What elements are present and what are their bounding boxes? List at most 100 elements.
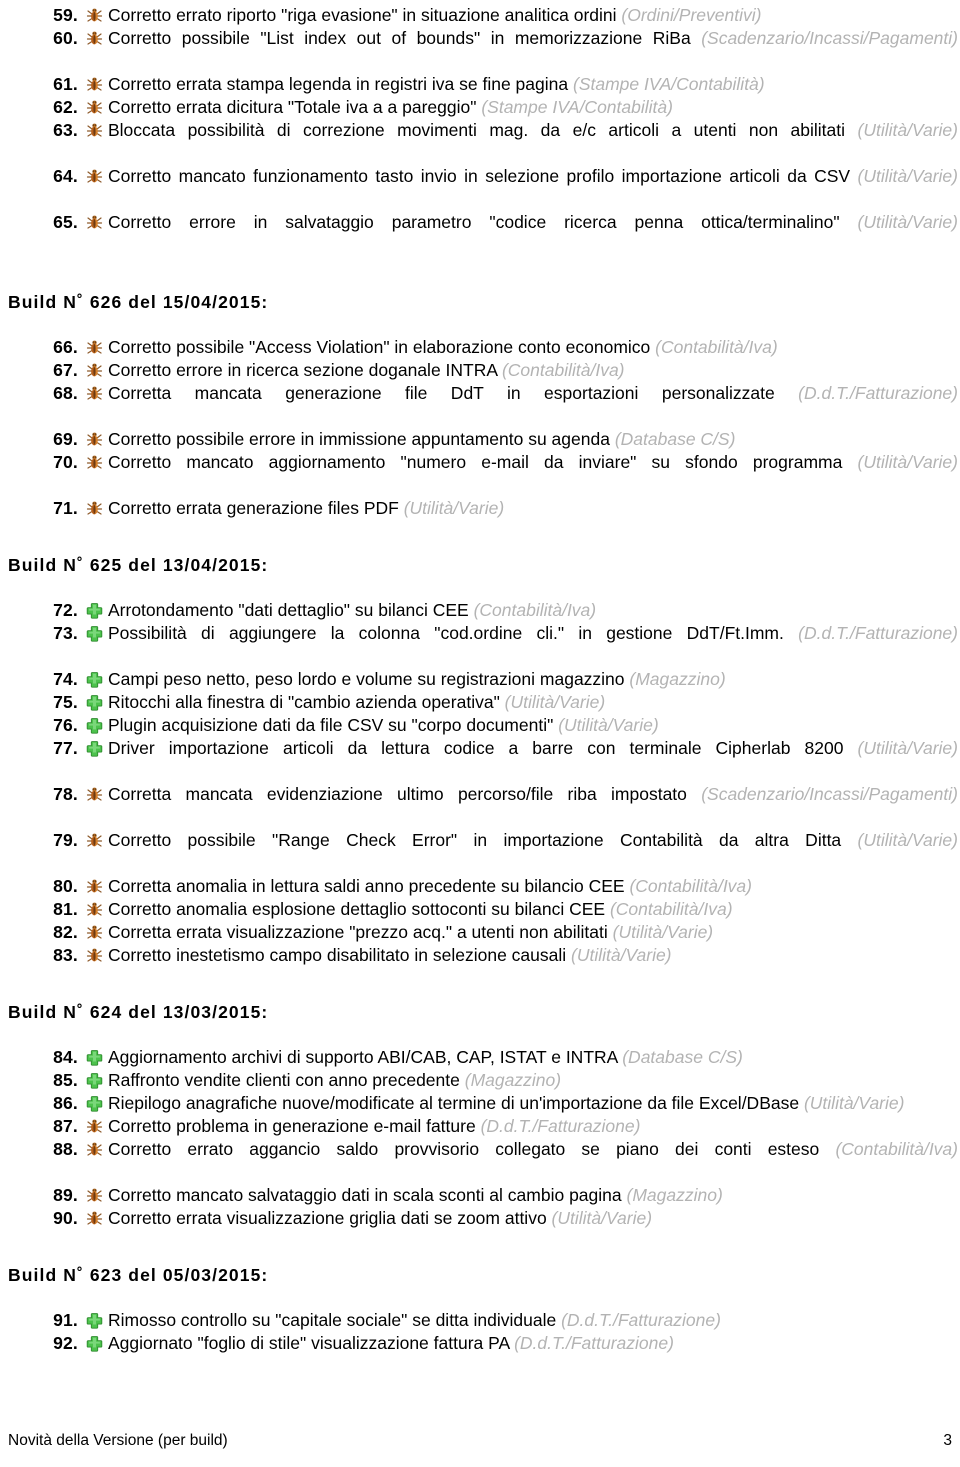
bug-icon <box>86 786 103 803</box>
item-description: Aggiornamento archivi di supporto ABI/CA… <box>108 1047 618 1067</box>
item-description: Campi peso netto, peso lordo e volume su… <box>108 669 625 689</box>
item-category: (Utilità/Varie) <box>558 715 659 735</box>
item-category: (Contabilità/Iva) <box>655 337 778 357</box>
changelog-item: 78. Corretta mancata evidenziazione ultim… <box>8 783 958 829</box>
item-description: Plugin acquisizione dati da file CSV su … <box>108 715 554 735</box>
bug-icon <box>86 924 103 941</box>
page-footer: Novità della Versione (per build) 3 <box>8 1431 952 1451</box>
item-category: (Utilità/Varie) <box>857 830 958 850</box>
bug-icon <box>86 500 103 517</box>
item-number: 81. <box>53 899 78 919</box>
document-page: 59. Corretto errato riporto "riga evasion… <box>0 0 960 1467</box>
item-number: 75. <box>53 692 78 712</box>
feature-plus-icon <box>86 671 103 688</box>
item-body: Corretto inestetismo campo disabilitato … <box>88 944 958 967</box>
item-body: Corretto possibile "Range Check Error" i… <box>88 829 958 875</box>
item-number: 77. <box>53 738 78 758</box>
item-body: Aggiornato "foglio di stile" visualizzaz… <box>88 1332 958 1355</box>
item-description: Corretto errata stampa legenda in regist… <box>108 74 569 94</box>
item-category: (Utilità/Varie) <box>403 498 505 518</box>
changelog-item: 85. Raffronto vendite clienti con anno pr… <box>8 1069 958 1092</box>
item-number: 62. <box>53 97 78 117</box>
item-body: Corretto possibile "Access Violation" in… <box>88 336 958 359</box>
item-body: Rimosso controllo su "capitale sociale" … <box>88 1309 958 1332</box>
item-category: (Scadenzario/Incassi/Pagamenti) <box>701 784 958 804</box>
item-number: 87. <box>53 1116 78 1136</box>
changelog-list: 66. Corretto possibile "Access Violation"… <box>8 336 958 520</box>
item-body: Corretta anomalia in lettura saldi anno … <box>88 875 958 898</box>
feature-plus-icon <box>86 1072 103 1089</box>
item-number: 67. <box>53 360 78 380</box>
item-category: (Ordini/Preventivi) <box>621 5 762 25</box>
item-body: Corretta mancata evidenziazione ultimo p… <box>88 783 958 829</box>
changelog-item: 65. Corretto errore in salvataggio parame… <box>8 211 958 257</box>
item-body: Driver importazione articoli da lettura … <box>88 737 958 783</box>
changelog-list: 91. Rimosso controllo su "capitale social… <box>8 1309 958 1355</box>
item-body: Corretto errato riporto "riga evasione" … <box>88 4 958 27</box>
changelog-item: 67. Corretto errore in ricerca sezione do… <box>8 359 958 382</box>
item-description: Corretto errata visualizzazione griglia … <box>108 1208 547 1228</box>
item-number: 73. <box>53 623 78 643</box>
item-category: (Utilità/Varie) <box>857 120 958 140</box>
build-header: Build N˚ 624 del 13/03/2015: <box>8 1002 269 1022</box>
changelog-list: 84. Aggiornamento archivi di supporto ABI… <box>8 1046 958 1230</box>
changelog-item: 80. Corretta anomalia in lettura saldi an… <box>8 875 958 898</box>
item-body: Campi peso netto, peso lordo e volume su… <box>88 668 958 691</box>
item-category: (Contabilità/Iva) <box>629 876 752 896</box>
item-number: 92. <box>53 1333 78 1353</box>
item-number: 61. <box>53 74 78 94</box>
item-description: Bloccata possibilità di correzione movim… <box>108 120 846 140</box>
changelog-item: 81. Corretto anomalia esplosione dettagli… <box>8 898 958 921</box>
item-body: Corretto errata stampa legenda in regist… <box>88 73 958 96</box>
item-body: Corretto errata generazione files PDF (U… <box>88 497 958 520</box>
item-category: (Scadenzario/Incassi/Pagamenti) <box>701 28 958 48</box>
bug-icon <box>86 901 103 918</box>
item-number: 84. <box>53 1047 78 1067</box>
build-section: Build N˚ 625 del 13/04/2015: 72. Arrotonda… <box>8 554 958 967</box>
feature-plus-icon <box>86 1312 103 1329</box>
item-number: 85. <box>53 1070 78 1090</box>
feature-plus-icon <box>86 625 103 642</box>
item-description: Corretto errore in ricerca sezione dogan… <box>108 360 498 380</box>
feature-plus-icon <box>86 1095 103 1112</box>
feature-plus-icon <box>86 1049 103 1066</box>
changelog-item: 59. Corretto errato riporto "riga evasion… <box>8 4 958 27</box>
build-header: Build N˚ 625 del 13/04/2015: <box>8 555 269 575</box>
changelog-item: 63. Bloccata possibilità di correzione mo… <box>8 119 958 165</box>
item-number: 78. <box>53 784 78 804</box>
item-body: Corretto mancato salvataggio dati in sca… <box>88 1184 958 1207</box>
item-number: 68. <box>53 383 78 403</box>
item-description: Corretto inestetismo campo disabilitato … <box>108 945 567 965</box>
item-description: Aggiornato "foglio di stile" visualizzaz… <box>108 1333 510 1353</box>
item-description: Corretto errato aggancio saldo provvisor… <box>108 1139 820 1159</box>
item-body: Bloccata possibilità di correzione movim… <box>88 119 958 165</box>
item-description: Corretto possibile "Access Violation" in… <box>108 337 651 357</box>
header-gap <box>8 1024 958 1046</box>
item-number: 72. <box>53 600 78 620</box>
changelog-item: 91. Rimosso controllo su "capitale social… <box>8 1309 958 1332</box>
item-body: Corretto errore in ricerca sezione dogan… <box>88 359 958 382</box>
item-body: Corretto possibile errore in immissione … <box>88 428 958 451</box>
changelog-item: 62. Corretto errata dicitura "Totale iva … <box>8 96 958 119</box>
changelog-item: 64. Corretto mancato funzionamento tasto … <box>8 165 958 211</box>
feature-plus-icon <box>86 740 103 757</box>
item-category: (Stampe IVA/Contabilità) <box>481 97 673 117</box>
item-description: Rimosso controllo su "capitale sociale" … <box>108 1310 557 1330</box>
changelog-item: 83. Corretto inestetismo campo disabilita… <box>8 944 958 967</box>
changelog-item: 77. Driver importazione articoli da lettu… <box>8 737 958 783</box>
bug-icon <box>86 1141 103 1158</box>
changelog-item: 76. Plugin acquisizione dati da file CSV … <box>8 714 958 737</box>
changelog-list: 72. Arrotondamento "dati dettaglio" su bi… <box>8 599 958 967</box>
bug-icon <box>86 7 103 24</box>
item-number: 70. <box>53 452 78 472</box>
changelog-item: 84. Aggiornamento archivi di supporto ABI… <box>8 1046 958 1069</box>
item-body: Plugin acquisizione dati da file CSV su … <box>88 714 958 737</box>
bug-icon <box>86 122 103 139</box>
feature-plus-icon <box>86 717 103 734</box>
item-description: Riepilogo anagrafiche nuove/modificate a… <box>108 1093 800 1113</box>
changelog-item: 69. Corretto possibile errore in immissio… <box>8 428 958 451</box>
item-category: (Utilità/Varie) <box>857 166 958 186</box>
item-category: (Contabilità/Iva) <box>473 600 597 620</box>
item-description: Corretta mancata generazione file DdT in… <box>108 383 775 403</box>
